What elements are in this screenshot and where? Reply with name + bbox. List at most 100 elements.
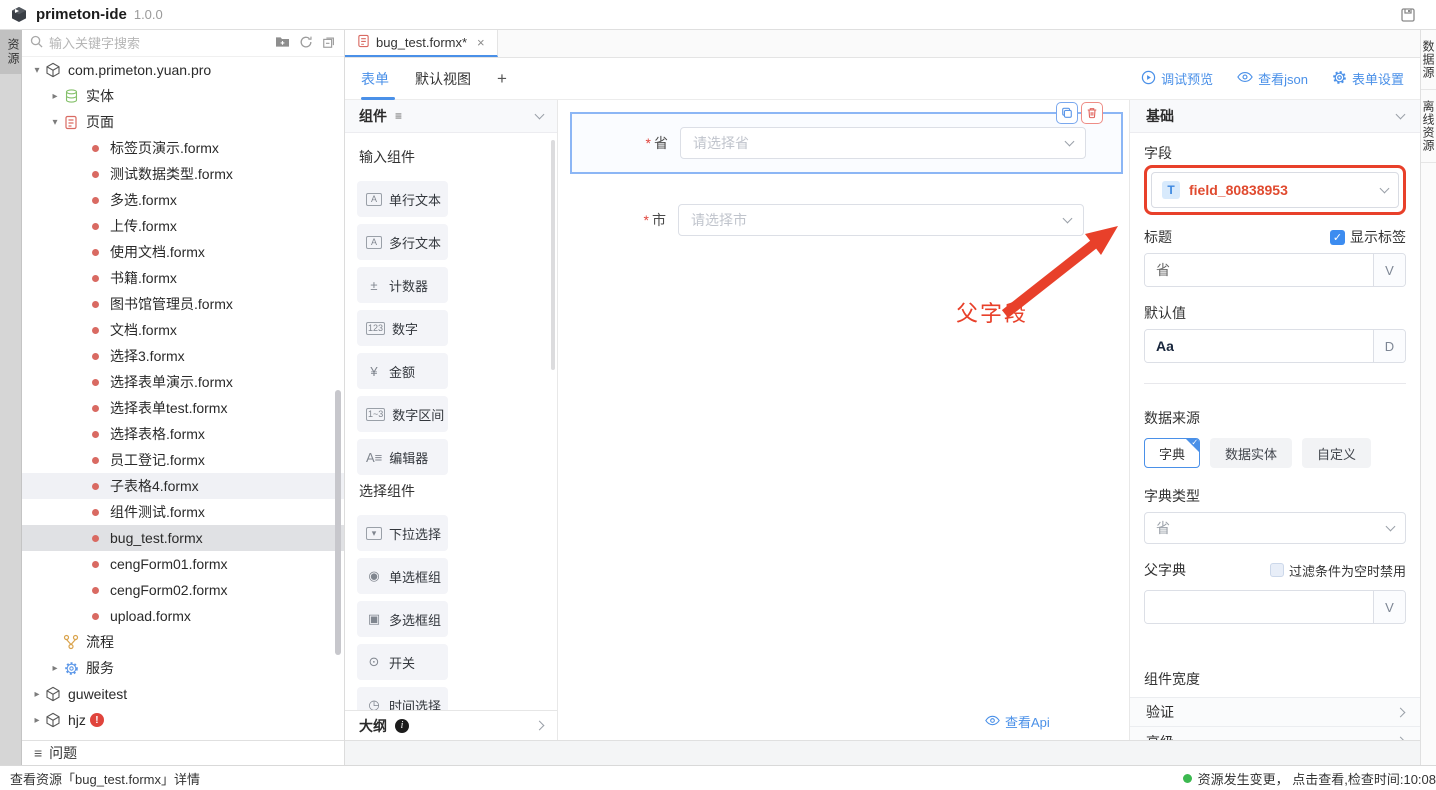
- datasource-option[interactable]: 数据实体: [1210, 438, 1292, 468]
- palette-title: 组件: [359, 106, 387, 126]
- status-right[interactable]: 资源发生变更， 点击查看,检查时间:10:08: [1183, 769, 1436, 788]
- field-select[interactable]: T field_80838953: [1151, 172, 1399, 208]
- new-folder-icon[interactable]: [275, 35, 290, 51]
- palette-item[interactable]: A多行文本: [357, 224, 448, 260]
- tree-item[interactable]: 文档.formx: [22, 317, 344, 343]
- tab-form[interactable]: 表单: [361, 58, 389, 100]
- default-value-input[interactable]: [1145, 330, 1373, 362]
- palette-item[interactable]: ◷时间选择: [357, 687, 448, 710]
- view-json-button[interactable]: 查看json: [1237, 69, 1308, 88]
- close-tab-icon[interactable]: ×: [477, 35, 485, 50]
- tab-offline-resources[interactable]: 离线资源: [1421, 90, 1436, 163]
- tree-item[interactable]: ▸实体: [22, 83, 344, 109]
- copy-component-button[interactable]: [1056, 102, 1078, 124]
- refresh-icon[interactable]: [299, 35, 313, 52]
- tree-item[interactable]: 多选.formx: [22, 187, 344, 213]
- palette-item[interactable]: ▾下拉选择: [357, 515, 448, 551]
- tab-datasource[interactable]: 数据源: [1421, 30, 1436, 90]
- chevron-down-icon[interactable]: [535, 110, 545, 120]
- delete-component-button[interactable]: [1081, 102, 1103, 124]
- app-window: primeton-ide 1.0.0 资源 ▾com.primeton.yuan…: [0, 0, 1436, 790]
- form-canvas[interactable]: *省请选择省*市请选择市 父字段 查看Api: [558, 100, 1130, 740]
- parent-dict-input[interactable]: [1145, 591, 1373, 623]
- editor-main: bug_test.formx* × 表单 默认视图 + 调试预览 查看json …: [345, 30, 1420, 765]
- caret-right-icon[interactable]: ▸: [48, 663, 62, 674]
- tree-item[interactable]: 标签页演示.formx: [22, 135, 344, 161]
- tree-item[interactable]: 流程: [22, 629, 344, 655]
- palette-item[interactable]: ◉单选框组: [357, 558, 448, 594]
- palette-item[interactable]: A单行文本: [357, 181, 448, 217]
- tree-item[interactable]: ▾ 页面: [22, 109, 344, 135]
- palette-scrollbar[interactable]: [551, 140, 555, 370]
- tree-item-label: 页面: [86, 112, 114, 132]
- parent-dict-variable-button[interactable]: V: [1373, 591, 1405, 623]
- collapsed-section-row[interactable]: 高级: [1130, 727, 1420, 740]
- palette-item[interactable]: ¥金额: [357, 353, 448, 389]
- tree-item[interactable]: 选择表格.formx: [22, 421, 344, 447]
- tree-item[interactable]: 选择3.formx: [22, 343, 344, 369]
- check-icon: ✓: [1191, 438, 1198, 447]
- tree-item[interactable]: 上传.formx: [22, 213, 344, 239]
- tree-item[interactable]: bug_test.formx: [22, 525, 344, 551]
- title-input[interactable]: [1145, 254, 1373, 286]
- tree-item[interactable]: ▸guweitest: [22, 681, 344, 707]
- tree-item[interactable]: 书籍.formx: [22, 265, 344, 291]
- filter-disable-checkbox[interactable]: [1270, 563, 1284, 577]
- show-label-checkbox[interactable]: ✓: [1330, 230, 1345, 245]
- tree-item[interactable]: 选择表单演示.formx: [22, 369, 344, 395]
- caret-right-icon[interactable]: ▸: [30, 715, 44, 726]
- tree-item[interactable]: cengForm01.formx: [22, 551, 344, 577]
- view-api-link[interactable]: 查看Api: [985, 712, 1050, 731]
- caret-right-icon[interactable]: ▸: [48, 91, 62, 102]
- save-icon[interactable]: [1400, 7, 1416, 23]
- tree-item[interactable]: 使用文档.formx: [22, 239, 344, 265]
- tree-item[interactable]: 选择表单test.formx: [22, 395, 344, 421]
- palette-item[interactable]: 123数字: [357, 310, 448, 346]
- problems-panel-toggle[interactable]: ≡ 问题: [22, 740, 344, 765]
- status-left-text[interactable]: 查看资源「bug_test.formx」详情: [0, 769, 200, 788]
- palette-item[interactable]: 1~3数字区间: [357, 396, 448, 432]
- file-tab[interactable]: bug_test.formx* ×: [345, 30, 498, 57]
- caret-down-icon[interactable]: ▾: [30, 65, 44, 76]
- tree-item-label: 测试数据类型.formx: [110, 164, 233, 184]
- palette-item[interactable]: A≡编辑器: [357, 439, 448, 475]
- resource-sidebar: ▾com.primeton.yuan.pro▸实体 ▾ 页面标签页演示.formx 测…: [22, 30, 345, 765]
- parent-dict-input-group: V: [1144, 590, 1406, 624]
- tab-default-view[interactable]: 默认视图: [415, 58, 471, 100]
- default-dynamic-button[interactable]: D: [1373, 330, 1405, 362]
- palette-item[interactable]: ▣多选框组: [357, 601, 448, 637]
- collapse-all-icon[interactable]: [322, 35, 336, 52]
- collapsed-section-row[interactable]: 验证: [1130, 697, 1420, 727]
- caret-right-icon[interactable]: ▸: [30, 689, 44, 700]
- tree-scrollbar[interactable]: [335, 390, 341, 655]
- title-variable-button[interactable]: V: [1373, 254, 1405, 286]
- palette-menu-icon[interactable]: ≡: [395, 109, 402, 123]
- add-view-button[interactable]: +: [497, 69, 507, 89]
- search-input[interactable]: [49, 36, 275, 51]
- tree-item[interactable]: 组件测试.formx: [22, 499, 344, 525]
- tree-item[interactable]: cengForm02.formx: [22, 577, 344, 603]
- tree-item[interactable]: 子表格4.formx: [22, 473, 344, 499]
- canvas-field-select[interactable]: 请选择省: [680, 127, 1086, 159]
- tree-item-label: 选择表单test.formx: [110, 398, 227, 418]
- activity-tab-resources[interactable]: 资源: [0, 30, 22, 74]
- tree-item[interactable]: 图书馆管理员.formx: [22, 291, 344, 317]
- form-settings-button[interactable]: 表单设置: [1332, 69, 1404, 88]
- tree-item[interactable]: 测试数据类型.formx: [22, 161, 344, 187]
- selected-component-wrapper[interactable]: *省请选择省: [570, 112, 1123, 174]
- outline-toggle[interactable]: 大纲 i: [345, 710, 557, 740]
- debug-preview-button[interactable]: 调试预览: [1141, 69, 1213, 88]
- palette-item[interactable]: ⊙开关: [357, 644, 448, 680]
- tree-item[interactable]: upload.formx: [22, 603, 344, 629]
- datasource-option[interactable]: 字典✓: [1144, 438, 1200, 468]
- datasource-option[interactable]: 自定义: [1302, 438, 1371, 468]
- palette-item[interactable]: ±计数器: [357, 267, 448, 303]
- properties-header[interactable]: 基础: [1130, 100, 1420, 133]
- dict-type-select[interactable]: 省: [1144, 512, 1406, 544]
- tree-item[interactable]: ▸服务: [22, 655, 344, 681]
- tree-item[interactable]: ▾com.primeton.yuan.pro: [22, 57, 344, 83]
- tree-item[interactable]: ▸hjz!: [22, 707, 344, 733]
- canvas-field-select[interactable]: 请选择市: [678, 204, 1084, 236]
- caret-down-icon[interactable]: ▾: [48, 117, 62, 128]
- tree-item[interactable]: 员工登记.formx: [22, 447, 344, 473]
